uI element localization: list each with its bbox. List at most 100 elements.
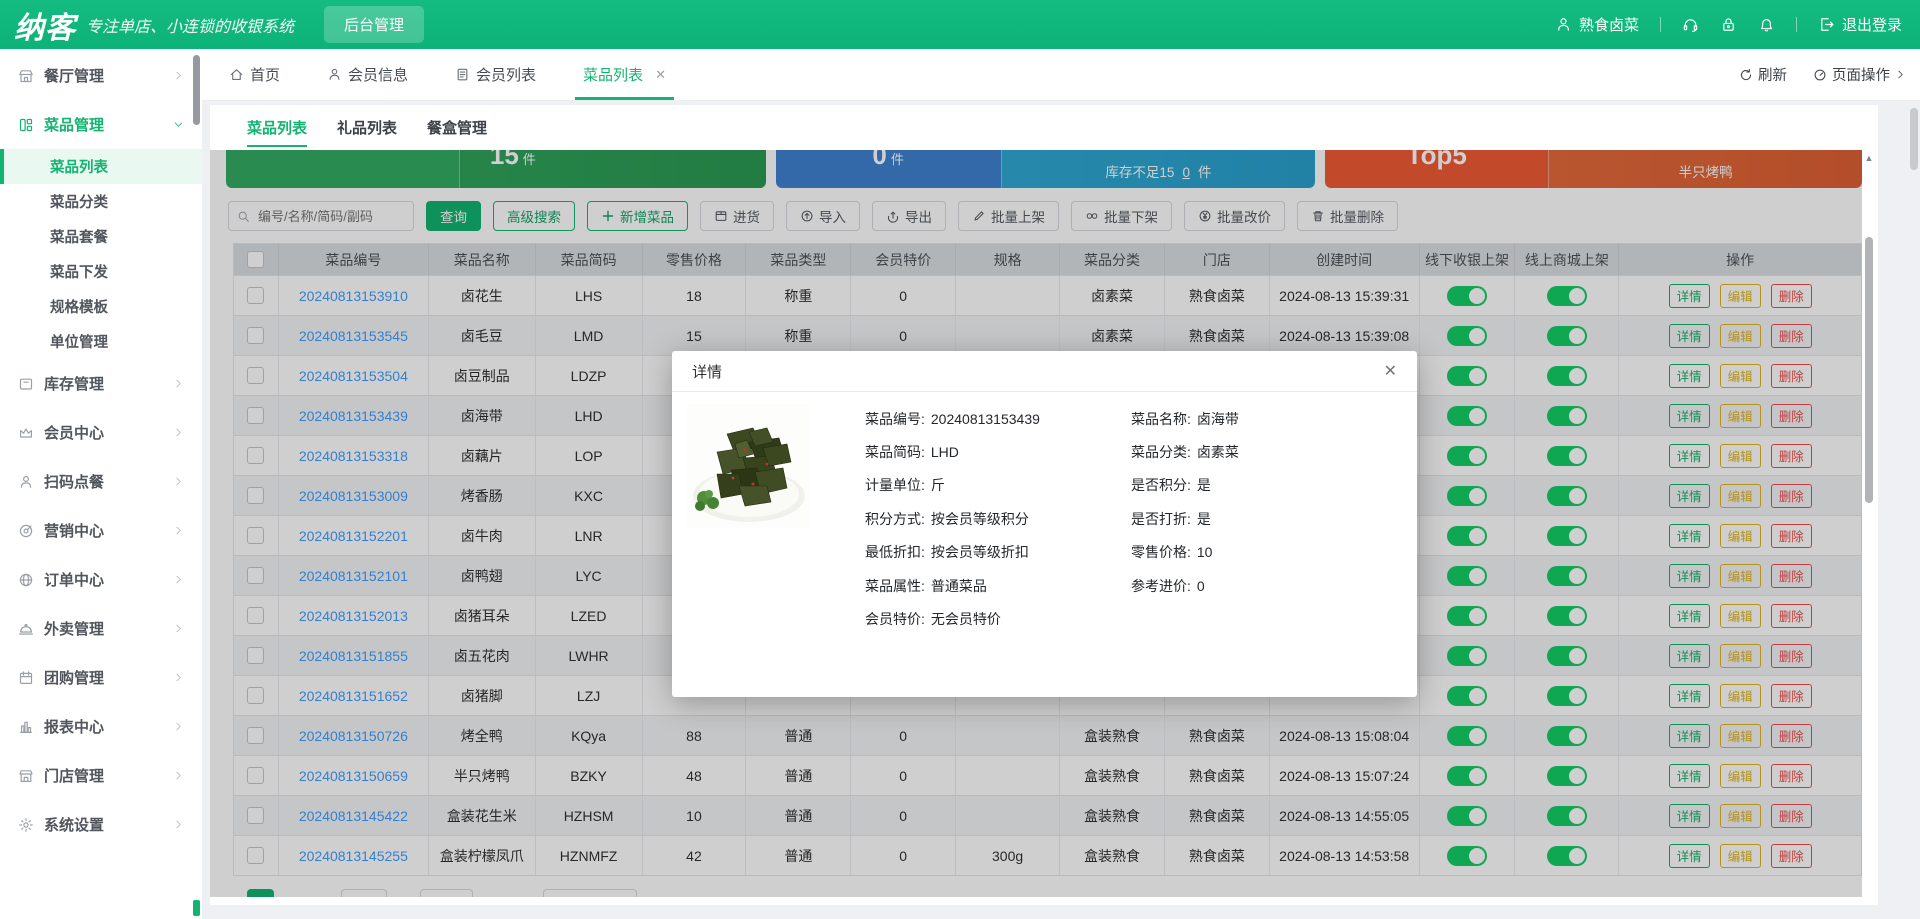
product-code-link[interactable]: 20240813145255: [299, 848, 408, 864]
row-checkbox[interactable]: [247, 447, 264, 464]
lock-icon[interactable]: [1720, 16, 1737, 33]
backstage-button[interactable]: 后台管理: [324, 6, 424, 43]
detail-button[interactable]: 详情: [1669, 564, 1710, 588]
search-button[interactable]: 查询: [426, 201, 481, 231]
sidebar-item-团购管理[interactable]: 团购管理: [0, 653, 202, 702]
sidebar-subitem-菜品分类[interactable]: 菜品分类: [0, 184, 202, 219]
pos-toggle[interactable]: [1447, 686, 1487, 706]
pos-toggle[interactable]: [1447, 406, 1487, 426]
edit-button[interactable]: 编辑: [1720, 324, 1761, 348]
delete-button[interactable]: 删除: [1771, 684, 1812, 708]
pos-toggle[interactable]: [1447, 566, 1487, 586]
row-checkbox[interactable]: [247, 367, 264, 384]
detail-button[interactable]: 详情: [1669, 644, 1710, 668]
product-code-link[interactable]: 20240813153318: [299, 448, 408, 464]
sidebar-item-扫码点餐[interactable]: 扫码点餐: [0, 457, 202, 506]
bell-icon[interactable]: [1758, 16, 1775, 33]
sidebar-item-外卖管理[interactable]: 外卖管理: [0, 604, 202, 653]
edit-button[interactable]: 编辑: [1720, 804, 1761, 828]
panel-scrollbar-thumb[interactable]: [1865, 237, 1873, 503]
pos-toggle[interactable]: [1447, 846, 1487, 866]
pos-toggle[interactable]: [1447, 806, 1487, 826]
mall-toggle[interactable]: [1547, 766, 1587, 786]
current-store[interactable]: 熟食卤菜: [1555, 14, 1639, 35]
mall-toggle[interactable]: [1547, 726, 1587, 746]
product-code-link[interactable]: 20240813152101: [299, 568, 408, 584]
subtab-礼品列表[interactable]: 礼品列表: [337, 105, 397, 150]
sidebar-item-菜品管理[interactable]: 菜品管理: [0, 100, 202, 149]
row-checkbox[interactable]: [247, 727, 264, 744]
row-checkbox[interactable]: [247, 327, 264, 344]
edit-button[interactable]: 编辑: [1720, 444, 1761, 468]
delete-button[interactable]: 删除: [1771, 564, 1812, 588]
detail-button[interactable]: 详情: [1669, 804, 1710, 828]
row-checkbox[interactable]: [247, 607, 264, 624]
delete-button[interactable]: 删除: [1771, 364, 1812, 388]
detail-button[interactable]: 详情: [1669, 404, 1710, 428]
sidebar-item-系统设置[interactable]: 系统设置: [0, 800, 202, 849]
confirm-page-button[interactable]: 确定: [420, 889, 473, 897]
delete-button[interactable]: 删除: [1771, 844, 1812, 868]
edit-button[interactable]: 编辑: [1720, 644, 1761, 668]
edit-button[interactable]: 编辑: [1720, 844, 1761, 868]
edit-button[interactable]: 编辑: [1720, 484, 1761, 508]
pos-toggle[interactable]: [1447, 766, 1487, 786]
product-code-link[interactable]: 20240813150726: [299, 728, 408, 744]
delete-button[interactable]: 删除: [1771, 484, 1812, 508]
prev-page-button[interactable]: ‹: [228, 894, 237, 898]
edit-button[interactable]: 编辑: [1720, 364, 1761, 388]
mall-toggle[interactable]: [1547, 646, 1587, 666]
新增菜品-button[interactable]: 新增菜品: [587, 201, 688, 231]
product-code-link[interactable]: 20240813151855: [299, 648, 408, 664]
detail-button[interactable]: 详情: [1669, 764, 1710, 788]
search-input[interactable]: [256, 208, 405, 225]
detail-button[interactable]: 详情: [1669, 524, 1710, 548]
detail-button[interactable]: 详情: [1669, 484, 1710, 508]
tab-会员列表[interactable]: 会员列表: [455, 49, 536, 100]
sidebar-item-营销中心[interactable]: 营销中心: [0, 506, 202, 555]
product-code-link[interactable]: 20240813153439: [299, 408, 408, 424]
row-checkbox[interactable]: [247, 407, 264, 424]
refresh-button[interactable]: 刷新: [1739, 64, 1787, 85]
edit-button[interactable]: 编辑: [1720, 684, 1761, 708]
subtab-餐盒管理[interactable]: 餐盒管理: [427, 105, 487, 150]
pos-toggle[interactable]: [1447, 366, 1487, 386]
detail-button[interactable]: 详情: [1669, 604, 1710, 628]
row-checkbox[interactable]: [247, 847, 264, 864]
sidebar-item-订单中心[interactable]: 订单中心: [0, 555, 202, 604]
row-checkbox[interactable]: [247, 767, 264, 784]
next-page-button[interactable]: ›: [284, 894, 293, 898]
导入-button[interactable]: 导入: [786, 201, 860, 231]
进货-button[interactable]: 进货: [700, 201, 774, 231]
delete-button[interactable]: 删除: [1771, 604, 1812, 628]
mall-toggle[interactable]: [1547, 686, 1587, 706]
row-checkbox[interactable]: [247, 687, 264, 704]
sidebar-item-门店管理[interactable]: 门店管理: [0, 751, 202, 800]
edit-button[interactable]: 编辑: [1720, 604, 1761, 628]
row-checkbox[interactable]: [247, 287, 264, 304]
goto-page-field[interactable]: [340, 894, 388, 897]
subtab-菜品列表[interactable]: 菜品列表: [247, 105, 307, 150]
delete-button[interactable]: 删除: [1771, 404, 1812, 428]
批量改价-button[interactable]: 批量改价: [1184, 201, 1285, 231]
product-code-link[interactable]: 20240813153910: [299, 288, 408, 304]
product-code-link[interactable]: 20240813145422: [299, 808, 408, 824]
pos-toggle[interactable]: [1447, 646, 1487, 666]
delete-button[interactable]: 删除: [1771, 284, 1812, 308]
mall-toggle[interactable]: [1547, 806, 1587, 826]
product-code-link[interactable]: 20240813152201: [299, 528, 408, 544]
tab-首页[interactable]: 首页: [229, 49, 280, 100]
scroll-up-arrow-icon[interactable]: ▲: [1863, 153, 1875, 163]
edit-button[interactable]: 编辑: [1720, 724, 1761, 748]
tab-会员信息[interactable]: 会员信息: [327, 49, 408, 100]
sidebar-scrollbar-thumb[interactable]: [193, 55, 200, 125]
mall-toggle[interactable]: [1547, 846, 1587, 866]
sidebar-subitem-菜品列表[interactable]: 菜品列表: [0, 149, 202, 184]
edit-button[interactable]: 编辑: [1720, 404, 1761, 428]
edit-button[interactable]: 编辑: [1720, 764, 1761, 788]
mall-toggle[interactable]: [1547, 326, 1587, 346]
pos-toggle[interactable]: [1447, 286, 1487, 306]
product-code-link[interactable]: 20240813151652: [299, 688, 408, 704]
delete-button[interactable]: 删除: [1771, 444, 1812, 468]
pos-toggle[interactable]: [1447, 606, 1487, 626]
